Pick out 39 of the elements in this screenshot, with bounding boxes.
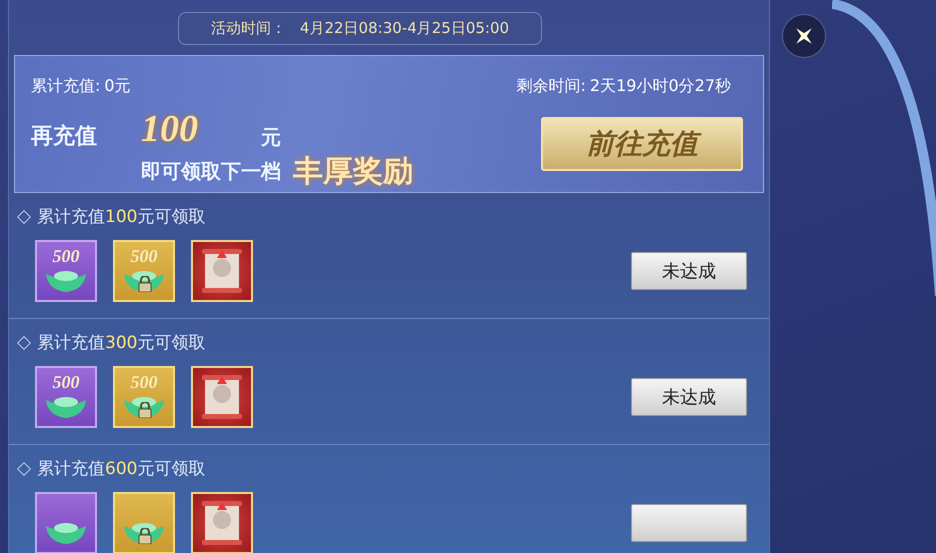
scroll-item[interactable]	[191, 366, 253, 428]
remaining-label: 剩余时间:	[516, 76, 586, 97]
tier-title: 累计充值600元可领取	[37, 458, 206, 480]
scroll-icon	[199, 372, 245, 422]
scroll-icon	[199, 498, 245, 548]
prompt-text: 再充值	[31, 122, 98, 151]
unit-text: 元	[261, 124, 282, 151]
item-count: 500	[130, 246, 158, 267]
item-count: 500	[52, 372, 80, 393]
item-count: 500	[52, 246, 80, 267]
recharge-button[interactable]: 前往充值	[541, 117, 743, 171]
total-value: 0元	[104, 76, 131, 97]
amount-text: 100	[141, 107, 199, 151]
reward-highlight-text: 丰厚奖励	[293, 153, 413, 191]
close-icon	[793, 25, 815, 47]
tier-title: 累计充值300元可领取	[37, 332, 206, 354]
ingot-item[interactable]	[35, 492, 97, 553]
item-count: 500	[130, 372, 158, 393]
not-reached-button[interactable]: 未达成	[631, 378, 747, 416]
event-time-value: 4月22日08:30-4月25日05:00	[300, 19, 510, 38]
scroll-icon	[199, 246, 245, 296]
ingot-icon	[44, 268, 88, 294]
ingot-item[interactable]: 500	[35, 240, 97, 302]
padlock-icon	[138, 402, 152, 418]
event-time-label: 活动时间：	[210, 19, 286, 38]
scroll-item[interactable]	[191, 492, 253, 553]
next-tier-text: 即可领取下一档	[141, 158, 281, 185]
padlock-icon	[138, 276, 152, 292]
not-reached-button[interactable]: 未达成	[631, 252, 747, 290]
ingot-icon	[44, 520, 88, 546]
close-button[interactable]	[782, 14, 826, 58]
remaining-value: 2天19小时0分27秒	[590, 76, 731, 97]
scroll-item[interactable]	[191, 240, 253, 302]
ingot-item[interactable]: 500	[35, 366, 97, 428]
ingot-icon	[44, 394, 88, 420]
total-label: 累计充值:	[31, 76, 100, 97]
tier-title: 累计充值100元可领取	[37, 206, 206, 228]
not-reached-button[interactable]	[631, 504, 747, 542]
padlock-icon	[138, 528, 152, 544]
